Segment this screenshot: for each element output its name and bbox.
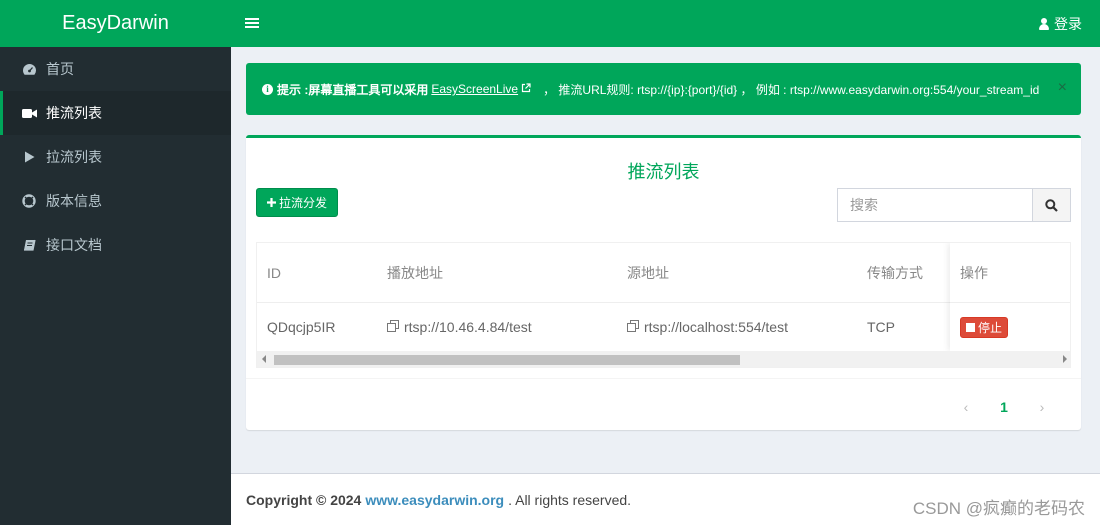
table-header: ID 播放地址 源地址 传输方式 [257, 243, 1070, 303]
sidebar-item-label: 接口文档 [46, 237, 102, 253]
search-input[interactable] [837, 188, 1033, 222]
top-navbar: 登录 [231, 0, 1100, 47]
sidebar: 首页 推流列表 拉流列表 版本信息 接口文档 [0, 47, 231, 525]
next-page-button[interactable]: › [1023, 396, 1061, 418]
search-group [837, 188, 1071, 222]
copy-icon[interactable] [627, 319, 639, 335]
book-icon [21, 237, 37, 253]
page-number-current[interactable]: 1 [985, 396, 1023, 418]
sidebar-item-pull-list[interactable]: 拉流列表 [0, 135, 231, 179]
plus-icon [267, 198, 276, 207]
sidebar-item-label: 拉流列表 [46, 149, 102, 165]
cell-source-url: rtsp://localhost:554/test [617, 303, 857, 351]
prev-page-button[interactable]: ‹ [947, 396, 985, 418]
push-stream-table: ID 播放地址 源地址 传输方式 QDqcjp5IR rtsp://10.46.… [256, 242, 1071, 368]
cell-transport: TCP [867, 319, 895, 335]
sidebar-item-home[interactable]: 首页 [0, 47, 231, 91]
cell-play-url: rtsp://10.46.4.84/test [377, 303, 617, 351]
page-title: 推流列表 [627, 162, 700, 182]
dashboard-icon [21, 61, 37, 77]
life-ring-icon [21, 193, 37, 209]
sidebar-item-label: 版本信息 [46, 193, 102, 209]
external-link-icon [521, 82, 531, 96]
stop-button[interactable]: 停止 [960, 316, 1009, 338]
sidebar-item-push-list[interactable]: 推流列表 [0, 91, 231, 135]
header-action: 操作 [950, 243, 1070, 303]
user-icon [1039, 17, 1049, 30]
cell-action: 停止 [950, 303, 1070, 351]
alert-close-button[interactable]: × [1058, 79, 1067, 97]
copyright-text: Copyright © 2024 [246, 491, 362, 508]
play-url-text: rtsp://10.46.4.84/test [404, 319, 532, 335]
alert-text: 屏幕直播工具可以采用 [308, 82, 429, 97]
sidebar-item-version[interactable]: 版本信息 [0, 179, 231, 223]
header-source-url[interactable]: 源地址 [617, 243, 857, 302]
easyscreenlive-link[interactable]: EasyScreenLive [431, 82, 518, 96]
pagination: ‹ 1 › [947, 396, 1061, 418]
scrollbar-thumb[interactable] [274, 355, 740, 365]
login-label: 登录 [1054, 15, 1082, 32]
sidebar-item-api-docs[interactable]: 接口文档 [0, 223, 231, 267]
play-icon [21, 149, 37, 165]
csdn-watermark: CSDN @疯癫的老码农 [912, 499, 1085, 518]
search-button[interactable] [1032, 188, 1071, 222]
stop-label: 停止 [978, 320, 1003, 335]
header-id[interactable]: ID [257, 243, 377, 302]
video-camera-icon [21, 105, 37, 121]
horizontal-scrollbar[interactable] [257, 351, 1070, 367]
pull-distribute-button[interactable]: 拉流分发 [256, 188, 339, 217]
sidebar-toggle-icon[interactable] [245, 14, 259, 32]
table-row: QDqcjp5IR rtsp://10.46.4.84/test rtsp://… [257, 303, 1070, 351]
push-list-panel: 推流列表 拉流分发 ID 播放地址 源地址 传输方式 QDqcjp5IR rts… [246, 135, 1081, 430]
stop-icon [966, 322, 975, 332]
footer-rights-text: . All rights reserved. [508, 491, 632, 508]
cell-id: QDqcjp5IR [267, 319, 336, 335]
scroll-right-arrow-icon[interactable] [1063, 355, 1067, 363]
sidebar-item-label: 推流列表 [46, 105, 102, 121]
alert-url-rule: ， 推流URL规则: rtsp://{ip}:{port}/{id} ， 例如 … [543, 82, 1040, 97]
footer-site-link[interactable]: www.easydarwin.org [365, 492, 504, 508]
source-url-text: rtsp://localhost:554/test [644, 319, 788, 335]
search-icon [1045, 198, 1058, 212]
login-link[interactable]: 登录 [1039, 0, 1082, 47]
info-alert: i 提示 : 屏幕直播工具可以采用 EasyScreenLive ， 推流URL… [246, 63, 1081, 115]
header-play-url[interactable]: 播放地址 [377, 243, 617, 302]
header-transport[interactable]: 传输方式 [857, 243, 950, 302]
info-circle-icon: i [262, 83, 273, 95]
pull-distribute-label: 拉流分发 [279, 196, 328, 210]
scroll-left-arrow-icon[interactable] [262, 355, 266, 363]
copy-icon[interactable] [387, 319, 399, 335]
app-logo[interactable]: EasyDarwin [0, 0, 231, 47]
sidebar-item-label: 首页 [46, 61, 74, 77]
fixed-action-column: 操作 停止 [950, 243, 1070, 351]
alert-prefix: 提示 : [277, 82, 309, 97]
panel-divider [246, 378, 1081, 379]
